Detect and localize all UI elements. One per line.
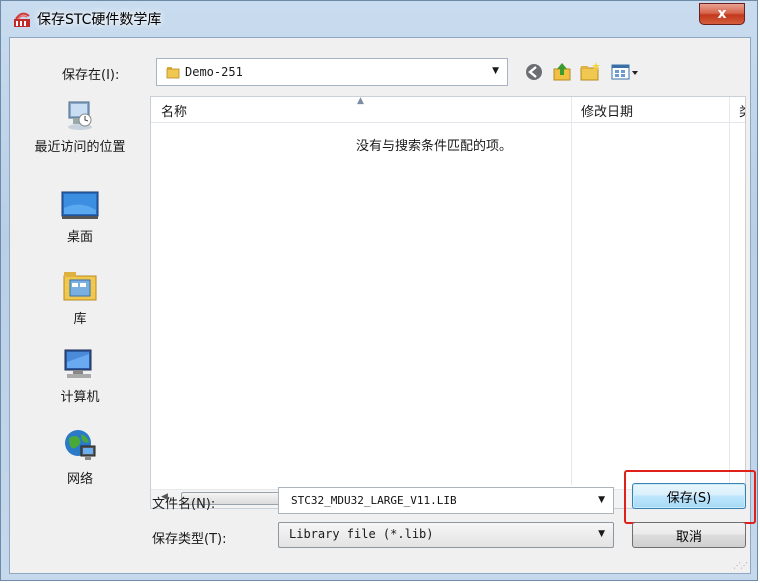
new-folder-icon[interactable]: [578, 60, 602, 84]
window-title: 保存STC硬件数学库: [37, 12, 162, 28]
dialog-client-area: 保存在(I): Demo-251 ▼ 最近访问的位置 桌面 库 计算机 网络 名…: [9, 37, 756, 574]
file-name-input[interactable]: [289, 493, 583, 508]
file-type-dropdown[interactable]: Library file (*.lib) ▼: [278, 522, 614, 548]
column-divider[interactable]: [571, 97, 572, 485]
place-label: 最近访问的位置: [34, 140, 126, 155]
place-network[interactable]: 网络: [10, 426, 150, 487]
libraries-icon: [63, 272, 97, 301]
recent-places-icon: [68, 101, 92, 130]
column-type-header[interactable]: 类: [739, 101, 745, 120]
save-dialog-window: 保存STC硬件数学库 x 保存在(I): Demo-251 ▼ 最近访问的位置 …: [0, 0, 758, 581]
save-in-dropdown[interactable]: Demo-251 ▼: [156, 58, 508, 86]
place-label: 桌面: [66, 230, 93, 245]
list-header: 名称 ▲ 修改日期 类: [151, 97, 745, 123]
place-label: 库: [73, 312, 87, 327]
resize-grip-icon[interactable]: ⋰⋰: [733, 561, 748, 570]
file-name-field[interactable]: ▼: [278, 487, 614, 514]
close-button[interactable]: x: [699, 3, 745, 25]
place-recent[interactable]: 最近访问的位置: [10, 98, 150, 155]
save-button[interactable]: 保存(S): [632, 483, 746, 509]
file-list-view[interactable]: 名称 ▲ 修改日期 类 没有与搜索条件匹配的项。 ◀ III ▶: [150, 96, 746, 509]
file-name-label: 文件名(N):: [152, 497, 216, 512]
place-desktop[interactable]: 桌面: [10, 188, 150, 245]
back-icon[interactable]: [522, 60, 546, 84]
column-date-header[interactable]: 修改日期: [581, 101, 633, 120]
column-divider[interactable]: [729, 97, 730, 485]
folder-icon: [166, 67, 180, 79]
close-icon: x: [717, 6, 727, 22]
view-menu-icon[interactable]: [610, 60, 640, 84]
places-bar: 最近访问的位置 桌面 库 计算机 网络: [10, 96, 150, 526]
file-type-value: Library file (*.lib): [289, 527, 434, 541]
place-computer[interactable]: 计算机: [10, 346, 150, 405]
empty-list-message: 没有与搜索条件匹配的项。: [356, 139, 513, 154]
chevron-down-icon[interactable]: ▼: [598, 529, 605, 539]
sort-ascending-icon: ▲: [357, 96, 364, 106]
title-bar[interactable]: 保存STC硬件数学库 x: [1, 1, 757, 37]
network-icon: [65, 430, 96, 460]
place-label: 网络: [66, 472, 93, 487]
cancel-button[interactable]: 取消: [632, 522, 746, 548]
save-in-value: Demo-251: [185, 65, 243, 79]
chevron-down-icon[interactable]: ▼: [598, 495, 605, 505]
file-type-label: 保存类型(T):: [152, 532, 227, 547]
save-in-label: 保存在(I):: [62, 68, 120, 83]
chevron-down-icon[interactable]: ▼: [492, 66, 499, 76]
column-name-header[interactable]: 名称: [161, 101, 187, 120]
place-libraries[interactable]: 库: [10, 268, 150, 327]
place-label: 计算机: [60, 390, 100, 405]
up-folder-icon[interactable]: [550, 60, 574, 84]
desktop-icon: [61, 191, 99, 219]
computer-icon: [64, 349, 92, 378]
app-icon: [14, 12, 30, 27]
